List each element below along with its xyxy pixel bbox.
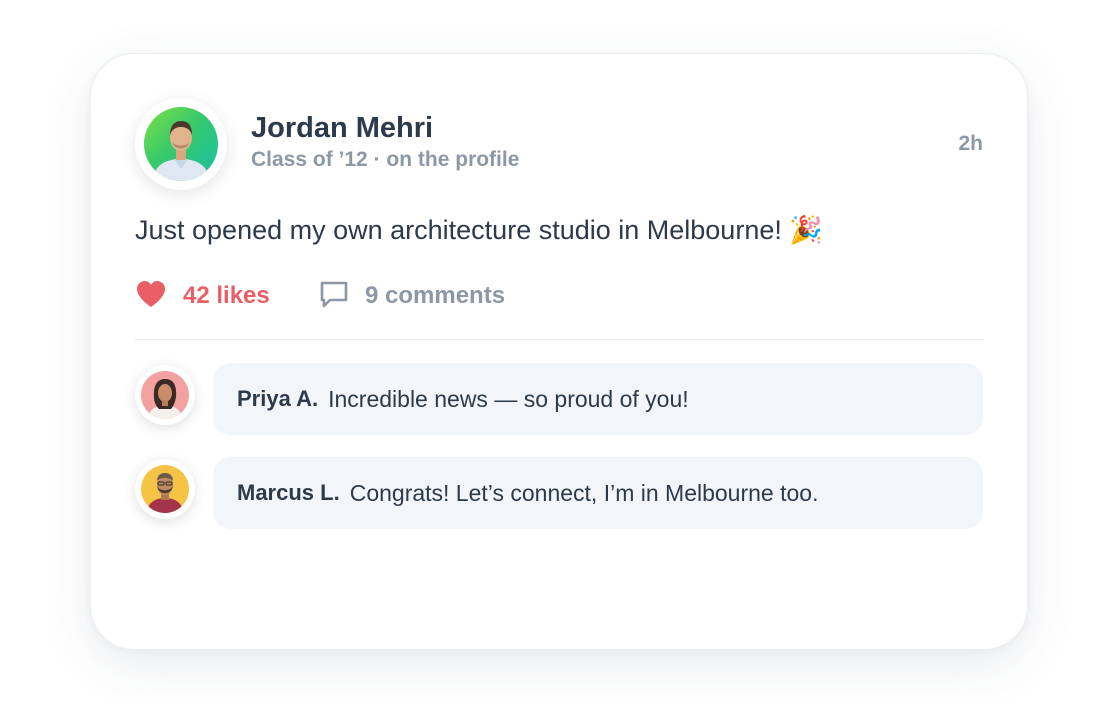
comments-button[interactable]: 9 comments <box>319 278 505 314</box>
like-count: 42 likes <box>183 282 270 309</box>
comment-author[interactable]: Marcus L. <box>237 480 340 506</box>
commenter-avatar[interactable] <box>135 365 195 425</box>
comment-count: 9 comments <box>365 282 506 309</box>
comment-text: Incredible news — so proud of you! <box>328 385 689 412</box>
post-timestamp: 2h <box>958 132 983 155</box>
post-body: Just opened my own architecture studio i… <box>135 214 823 246</box>
comment-item: Marcus L. Congrats! Let’s connect, I’m i… <box>135 457 983 529</box>
commenter-avatar[interactable] <box>135 459 195 519</box>
like-button[interactable]: 42 likes <box>135 278 270 314</box>
comment-item: Priya A. Incredible news — so proud of y… <box>135 363 983 435</box>
commenter-avatar-photo <box>141 371 189 419</box>
post-actions: 42 likes 9 comments <box>135 278 983 314</box>
divider <box>135 339 983 340</box>
author-meta: Class of ’12 · on the profile <box>251 148 520 171</box>
author-avatar-photo <box>144 107 218 181</box>
author-name[interactable]: Jordan Mehri <box>251 112 433 145</box>
speech-bubble-icon <box>319 279 349 314</box>
post-header: Jordan Mehri Class of ’12 · on the profi… <box>135 98 983 190</box>
post-text: Just opened my own architecture studio i… <box>135 215 823 245</box>
comment-text: Congrats! Let’s connect, I’m in Melbourn… <box>349 479 819 506</box>
comment-bubble: Priya A. Incredible news — so proud of y… <box>213 363 983 435</box>
post-card: Jordan Mehri Class of ’12 · on the profi… <box>90 53 1028 650</box>
author-avatar[interactable] <box>135 98 227 190</box>
heart-icon <box>135 279 167 314</box>
comment-author[interactable]: Priya A. <box>237 386 318 412</box>
commenter-avatar-photo <box>141 465 189 513</box>
comment-bubble: Marcus L. Congrats! Let’s connect, I’m i… <box>213 457 983 529</box>
